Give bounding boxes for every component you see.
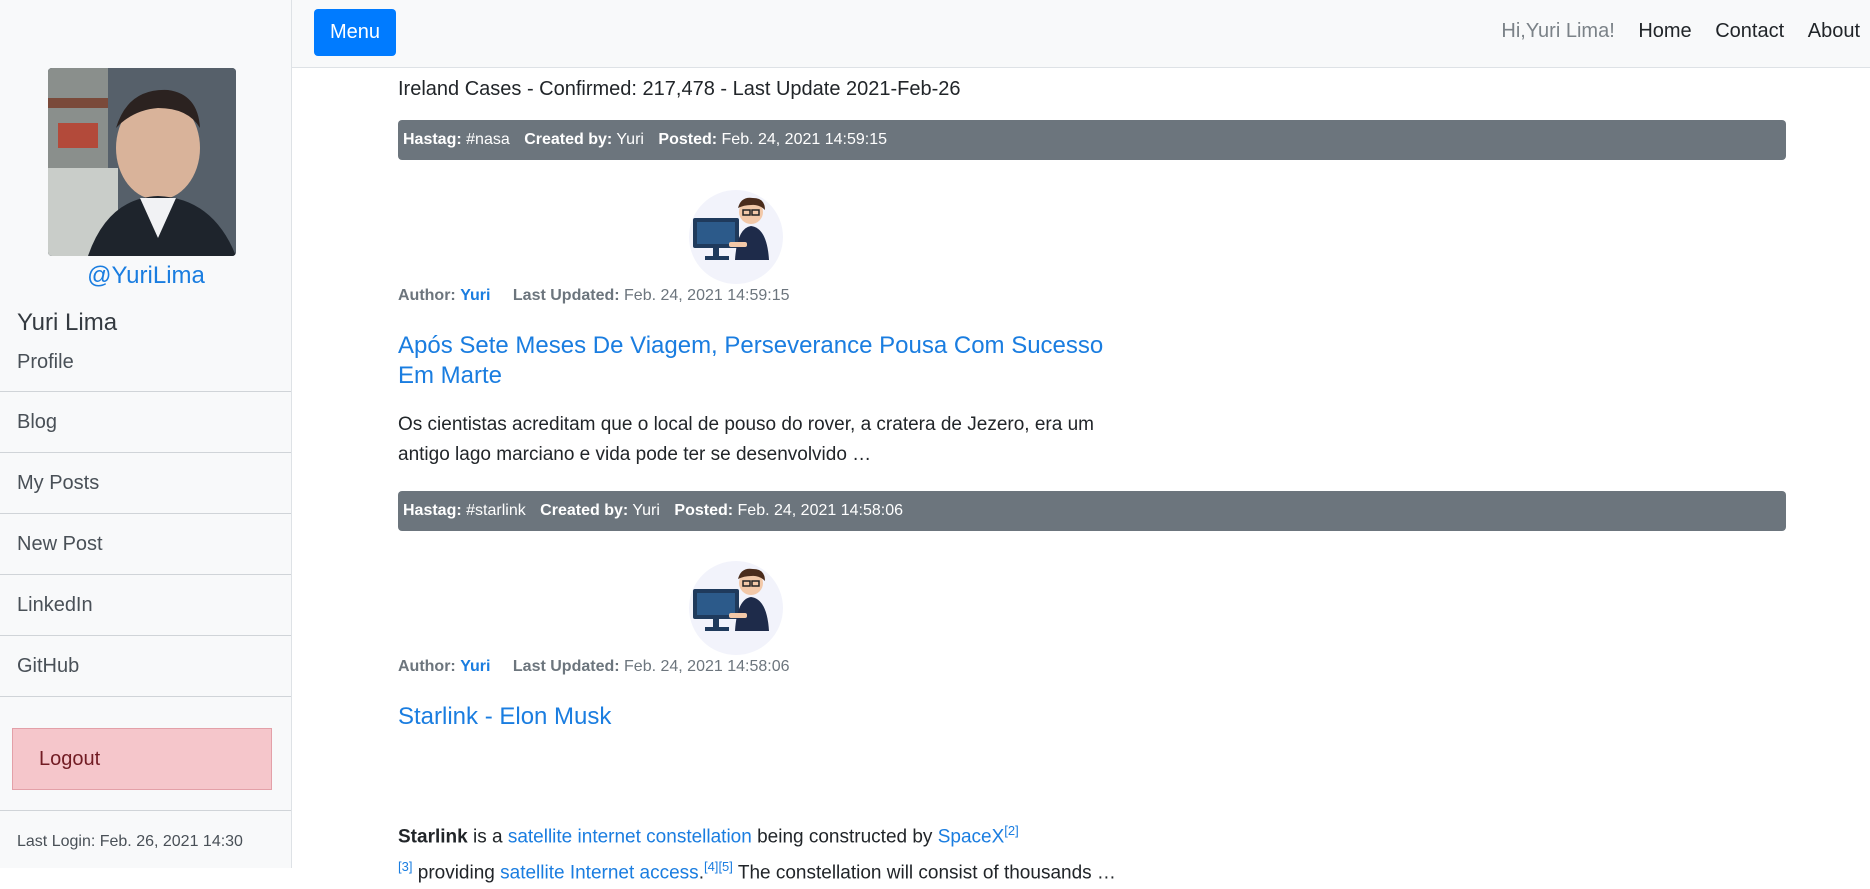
nav-link-home[interactable]: Home (1638, 20, 1691, 42)
post-author-meta: Author: Yuri Last Updated: Feb. 24, 2021… (398, 287, 790, 305)
greeting-text: Hi,Yuri Lima! (1501, 20, 1615, 42)
created-by-label: Created by: (540, 502, 629, 519)
developer-icon (693, 568, 769, 631)
post-excerpt: Os cientistas acreditam que o local de p… (398, 414, 1094, 465)
top-navbar: Menu Hi,Yuri Lima! Home Contact About (292, 0, 1870, 68)
excerpt-link[interactable]: SpaceX (938, 826, 1005, 847)
nav-link-contact[interactable]: Contact (1715, 20, 1784, 42)
excerpt-link[interactable]: satellite internet constellation (508, 826, 752, 847)
last-updated-value: Feb. 24, 2021 14:59:15 (624, 287, 790, 304)
post-title-link[interactable]: Após Sete Meses De Viagem, Perseverance … (398, 331, 1118, 391)
posted-value: Feb. 24, 2021 14:58:06 (737, 502, 903, 519)
posted-label: Posted: (658, 131, 718, 148)
hashtag-label: Hastag: (403, 502, 462, 519)
hashtag-value: #nasa (466, 131, 510, 148)
excerpt-link[interactable]: satellite Internet access (500, 863, 699, 884)
last-login-text: Last Login: Feb. 26, 2021 14:30 (17, 833, 243, 850)
logout-button[interactable]: Logout (12, 728, 272, 790)
covid-cases-ticker: Ireland Cases - Confirmed: 217,478 - Las… (398, 78, 961, 100)
avatar (48, 68, 236, 256)
post-image (689, 190, 783, 284)
hashtag-label: Hastag: (403, 131, 462, 148)
sidebar-item-blog[interactable]: Blog (0, 392, 291, 453)
author-label: Author: (398, 287, 456, 304)
excerpt-bold-term: Starlink (398, 826, 468, 848)
divider (0, 810, 291, 811)
created-by-label: Created by: (524, 131, 613, 148)
sidebar-item-github[interactable]: GitHub (0, 636, 291, 697)
citation-link[interactable]: [3] (398, 859, 412, 874)
post-title-link[interactable]: Starlink - Elon Musk (398, 702, 1118, 732)
citation-link[interactable]: [5] (718, 859, 732, 874)
author-link[interactable]: Yuri (460, 287, 490, 304)
sidebar-item-my-posts[interactable]: My Posts (0, 453, 291, 514)
created-by-value: Yuri (632, 502, 660, 519)
last-updated-value: Feb. 24, 2021 14:58:06 (624, 658, 790, 675)
post-author-meta: Author: Yuri Last Updated: Feb. 24, 2021… (398, 658, 790, 676)
last-updated-label: Last Updated: (512, 287, 620, 304)
posted-value: Feb. 24, 2021 14:59:15 (721, 131, 887, 148)
excerpt-text: is a (467, 826, 508, 848)
sidebar: @YuriLima Yuri Lima Profile Blog My Post… (0, 0, 292, 868)
author-label: Author: (398, 658, 456, 675)
created-by-value: Yuri (616, 131, 644, 148)
developer-icon (693, 197, 769, 260)
sidebar-item-profile[interactable]: Profile (0, 332, 291, 392)
author-link[interactable]: Yuri (460, 658, 490, 675)
post-image (689, 561, 783, 655)
menu-button[interactable]: Menu (314, 9, 396, 56)
top-nav-links: Hi,Yuri Lima! Home Contact About (1483, 20, 1860, 43)
last-updated-label: Last Updated: (512, 658, 620, 675)
excerpt-text: providing (412, 862, 501, 884)
citation-link[interactable]: [2] (1004, 823, 1018, 838)
excerpt-text: being constructed by (751, 826, 938, 848)
post-meta-bar: Hastag: #nasa Created by: Yuri Posted: F… (398, 120, 1786, 160)
nav-link-about[interactable]: About (1808, 20, 1860, 42)
hashtag-value: #starlink (466, 502, 526, 519)
post-excerpt: Starlink is a satellite internet constel… (398, 816, 1118, 889)
post-meta-bar: Hastag: #starlink Created by: Yuri Poste… (398, 491, 1786, 531)
user-handle-link[interactable]: @YuriLima (0, 262, 292, 290)
sidebar-nav: Profile Blog My Posts New Post LinkedIn … (0, 340, 291, 697)
citation-link[interactable]: [4] (704, 859, 718, 874)
posted-label: Posted: (674, 502, 734, 519)
excerpt-text: The constellation will consist of thousa… (732, 862, 1116, 884)
sidebar-item-linkedin[interactable]: LinkedIn (0, 575, 291, 636)
sidebar-item-new-post[interactable]: New Post (0, 514, 291, 575)
